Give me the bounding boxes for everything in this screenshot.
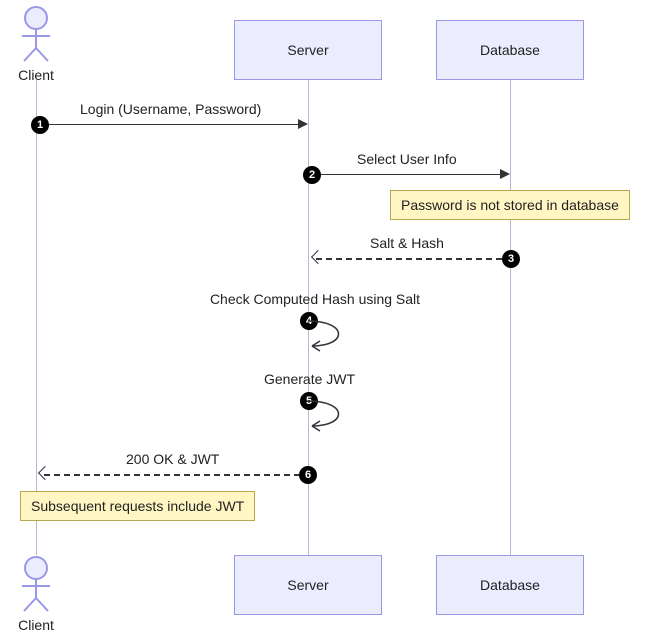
message-2-text: Select User Info: [357, 151, 457, 167]
actor-client-label: Client: [16, 67, 56, 83]
message-3-text: Salt & Hash: [370, 235, 444, 251]
message-3-arrow: [316, 258, 502, 260]
note-jwt: Subsequent requests include JWT: [20, 491, 255, 521]
actor-client-label-bottom: Client: [16, 617, 56, 633]
participant-server-label-bottom: Server: [287, 577, 328, 593]
participant-database-label: Database: [480, 42, 540, 58]
message-2-arrow: [316, 174, 502, 175]
participant-database-label-bottom: Database: [480, 577, 540, 593]
participant-server-top: Server: [234, 20, 382, 80]
message-1-text: Login (Username, Password): [80, 101, 261, 117]
message-1-arrow: [44, 124, 300, 125]
note-password: Password is not stored in database: [390, 190, 630, 220]
sequence-diagram: Client Server Database Login (Username, …: [0, 0, 656, 635]
actor-icon: [16, 599, 56, 615]
message-1-seq: 1: [31, 116, 49, 134]
message-3-seq: 3: [502, 250, 520, 268]
message-5-loop: [308, 398, 358, 432]
message-4-text: Check Computed Hash using Salt: [205, 291, 425, 307]
message-5-text: Generate JWT: [264, 371, 355, 387]
actor-client-bottom: Client: [16, 556, 56, 633]
participant-server-bottom: Server: [234, 555, 382, 615]
message-2-seq: 2: [303, 166, 321, 184]
note-jwt-text: Subsequent requests include JWT: [31, 498, 244, 514]
note-password-text: Password is not stored in database: [401, 197, 619, 213]
message-4-loop: [308, 318, 358, 352]
actor-icon: [16, 49, 56, 65]
lifeline-client: [36, 80, 37, 555]
message-6-arrow: [44, 474, 300, 476]
participant-database-bottom: Database: [436, 555, 584, 615]
message-2-arrowhead: [500, 169, 510, 179]
message-6-arrowhead: [38, 466, 52, 480]
participant-database-top: Database: [436, 20, 584, 80]
participant-server-label: Server: [287, 42, 328, 58]
actor-client-top: Client: [16, 6, 56, 83]
message-6-text: 200 OK & JWT: [126, 451, 219, 467]
message-3-arrowhead: [311, 250, 325, 264]
message-1-arrowhead: [298, 119, 308, 129]
lifeline-database: [510, 80, 511, 555]
message-6-seq: 6: [299, 466, 317, 484]
